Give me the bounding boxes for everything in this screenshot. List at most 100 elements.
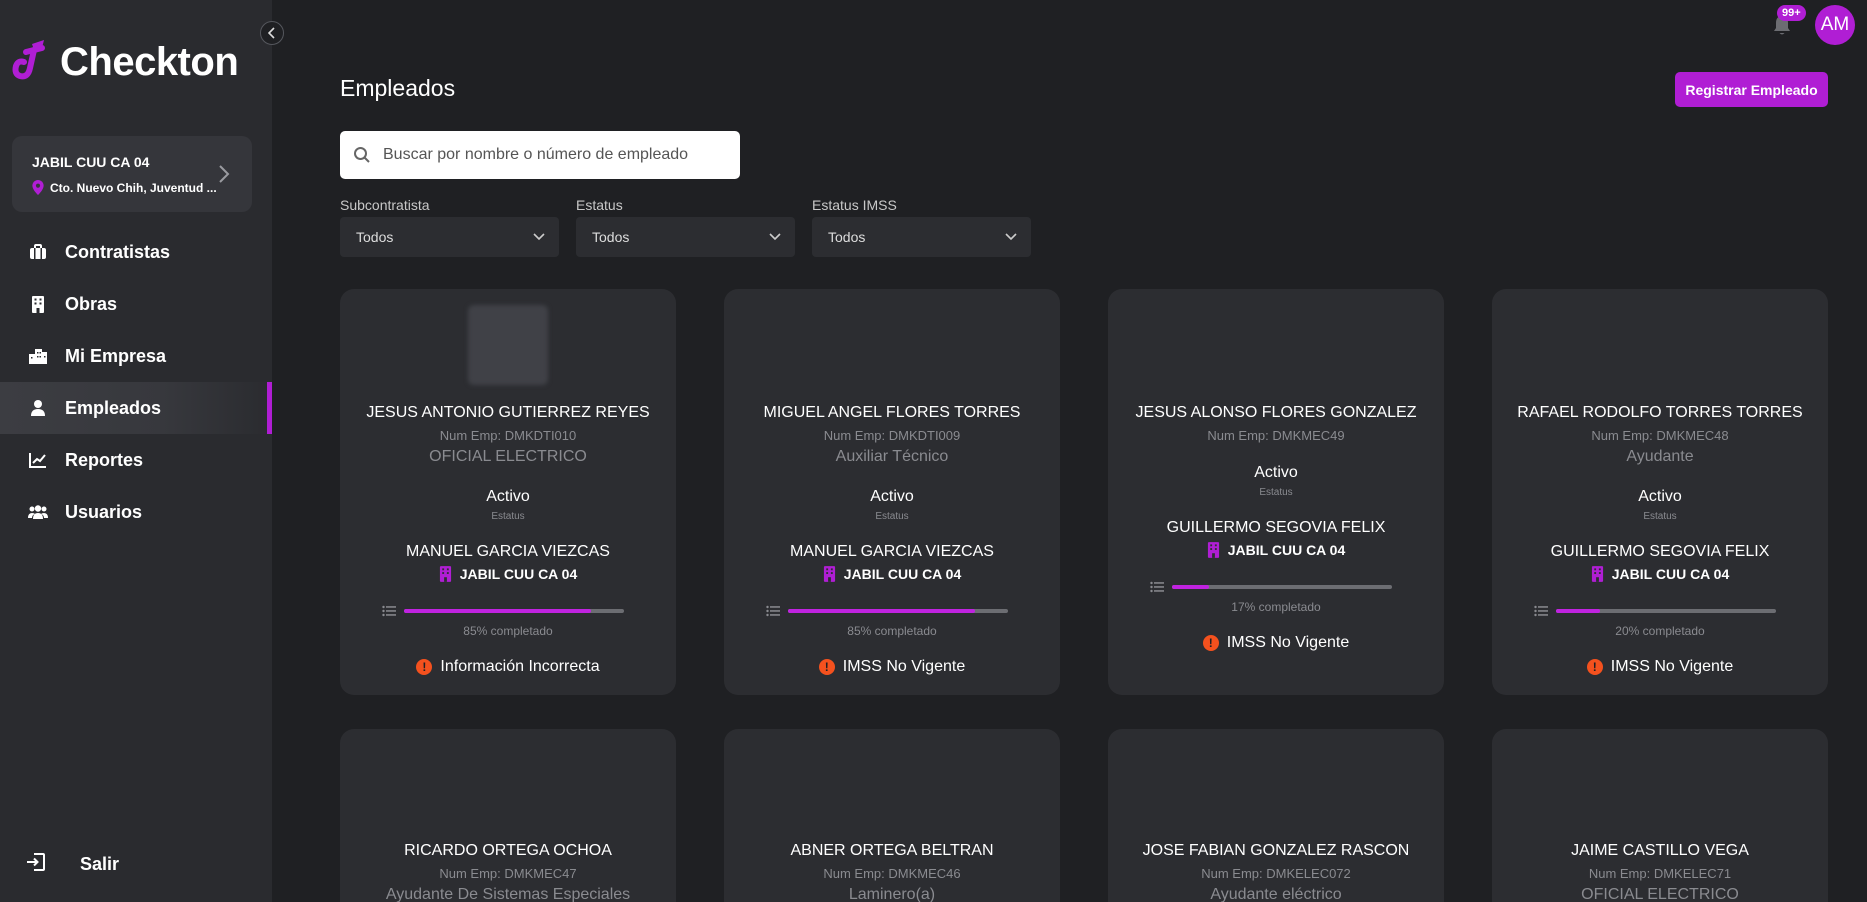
alert-icon: !	[416, 659, 433, 675]
filter-label: Estatus	[576, 197, 623, 213]
user-avatar[interactable]: AM	[1815, 5, 1855, 45]
sidebar-item-label: Obras	[65, 293, 118, 314]
employee-site: JABIL CUU CA 04	[1492, 565, 1828, 582]
employee-site: JABIL CUU CA 04	[340, 565, 676, 582]
employee-site: JABIL CUU CA 04	[724, 565, 1060, 582]
notification-count-badge: 99+	[1777, 5, 1806, 21]
site-label: JABIL CUU CA 04	[1611, 565, 1730, 582]
alert-icon: !	[1202, 635, 1219, 651]
filter-estatus: Estatus Todos	[576, 197, 795, 257]
employee-role: OFICIAL ELECTRICO	[1581, 886, 1739, 902]
employee-number: Num Emp: DMKELEC072	[1201, 866, 1351, 881]
site-selector[interactable]: JABIL CUU CA 04 Cto. Nuevo Chih, Juventu…	[12, 136, 252, 212]
logo[interactable]: Checkton	[12, 38, 239, 86]
chevron-down-icon	[533, 233, 545, 241]
employee-status: Activo	[870, 488, 914, 505]
supervisor-name: GUILLERMO SEGOVIA FELIX	[1550, 543, 1770, 560]
list-icon	[1534, 605, 1548, 617]
employee-status: Activo	[1254, 464, 1298, 481]
employee-number: Num Emp: DMKDTI009	[823, 428, 961, 443]
site-address-text: Cto. Nuevo Chih, Juventud ...	[50, 180, 217, 195]
sidebar-nav: Contratistas Obras Mi Empresa Empleados …	[0, 226, 272, 538]
employee-card[interactable]: JESUS ANTONIO GUTIERREZ REYES Num Emp: D…	[340, 289, 676, 695]
employee-role: Ayudante	[1626, 448, 1694, 465]
alert-text: IMSS No Vigente	[842, 658, 966, 675]
progress-row	[1150, 581, 1402, 593]
site-label: JABIL CUU CA 04	[459, 565, 578, 582]
sidebar-item-reportes[interactable]: Reportes	[0, 434, 272, 486]
register-employee-button[interactable]: Registrar Empleado	[1675, 72, 1828, 107]
employee-alert: ! IMSS No Vigente	[724, 658, 1060, 676]
employee-card[interactable]: ABNER ORTEGA BELTRAN Num Emp: DMKMEC46 L…	[724, 729, 1060, 902]
progress-label: 17% completado	[1231, 600, 1321, 614]
employee-alert: ! IMSS No Vigente	[1108, 634, 1444, 652]
progress-fill	[1556, 609, 1600, 613]
chevron-right-icon	[219, 165, 230, 183]
progress-fill	[788, 609, 975, 613]
employee-number: Num Emp: DMKELEC71	[1588, 866, 1732, 881]
employee-name: JESUS ALONSO FLORES GONZALEZ	[1135, 404, 1417, 421]
employee-card[interactable]: RAFAEL RODOLFO TORRES TORRES Num Emp: DM…	[1492, 289, 1828, 695]
sidebar-item-contratistas[interactable]: Contratistas	[0, 226, 272, 278]
select-value: Todos	[592, 229, 630, 245]
progress-row	[382, 605, 634, 617]
list-icon	[382, 605, 396, 617]
status-label: Estatus	[491, 511, 525, 522]
employee-status: Activo	[486, 488, 530, 505]
building-icon	[1591, 566, 1603, 582]
progress-fill	[1172, 585, 1210, 589]
sidebar-item-empleados[interactable]: Empleados	[0, 382, 272, 434]
estatus-select[interactable]: Todos	[576, 217, 795, 257]
employee-role: Ayudante eléctrico	[1210, 886, 1342, 902]
checkton-logo-icon	[12, 40, 45, 80]
progress-bar	[1172, 585, 1392, 589]
alert-text: Información Incorrecta	[440, 658, 600, 675]
filter-label: Estatus IMSS	[812, 197, 897, 213]
building-icon	[1207, 542, 1219, 558]
site-name: JABIL CUU CA 04	[32, 154, 150, 170]
briefcase-icon	[28, 242, 48, 262]
sidebar-item-usuarios[interactable]: Usuarios	[0, 486, 272, 538]
subcontratista-select[interactable]: Todos	[340, 217, 559, 257]
alert-text: IMSS No Vigente	[1610, 658, 1734, 675]
employee-name: RICARDO ORTEGA OCHOA	[404, 842, 612, 859]
filter-subcontratista: Subcontratista Todos	[340, 197, 559, 257]
building-icon	[823, 566, 835, 582]
employee-number: Num Emp: DMKMEC46	[823, 866, 961, 881]
search-icon	[354, 147, 370, 163]
sidebar-item-label: Empleados	[65, 397, 162, 418]
logout-button[interactable]: Salir	[26, 852, 119, 877]
status-label: Estatus	[1259, 487, 1293, 498]
estatus-imss-select[interactable]: Todos	[812, 217, 1031, 257]
alert-icon: !	[1586, 659, 1603, 675]
select-value: Todos	[828, 229, 866, 245]
supervisor-name: MANUEL GARCIA VIEZCAS	[790, 543, 994, 560]
list-icon	[766, 605, 780, 617]
filter-estatus-imss: Estatus IMSS Todos	[812, 197, 1031, 257]
employee-role: Ayudante De Sistemas Especiales	[385, 886, 631, 902]
alert-text: IMSS No Vigente	[1226, 634, 1350, 651]
employee-status: Activo	[1638, 488, 1682, 505]
employee-site: JABIL CUU CA 04	[1108, 541, 1444, 558]
employee-card[interactable]: RICARDO ORTEGA OCHOA Num Emp: DMKMEC47 A…	[340, 729, 676, 902]
chevron-down-icon	[769, 233, 781, 241]
progress-label: 85% completado	[847, 624, 937, 638]
employee-number: Num Emp: DMKMEC47	[439, 866, 577, 881]
employee-role: OFICIAL ELECTRICO	[429, 448, 587, 465]
filter-label: Subcontratista	[340, 197, 430, 213]
chevron-down-icon	[1005, 233, 1017, 241]
sidebar-item-obras[interactable]: Obras	[0, 278, 272, 330]
employee-card[interactable]: JAIME CASTILLO VEGA Num Emp: DMKELEC71 O…	[1492, 729, 1828, 902]
employee-name: JAIME CASTILLO VEGA	[1571, 842, 1749, 859]
sidebar-item-mi-empresa[interactable]: Mi Empresa	[0, 330, 272, 382]
list-icon	[1150, 581, 1164, 593]
site-label: JABIL CUU CA 04	[1227, 541, 1346, 558]
alert-icon: !	[818, 659, 835, 675]
employee-card[interactable]: JESUS ALONSO FLORES GONZALEZ Num Emp: DM…	[1108, 289, 1444, 695]
employee-card[interactable]: MIGUEL ANGEL FLORES TORRES Num Emp: DMKD…	[724, 289, 1060, 695]
employee-alert: ! Información Incorrecta	[340, 658, 676, 676]
search-input[interactable]	[381, 145, 725, 165]
person-icon	[28, 398, 48, 418]
employee-card[interactable]: JOSE FABIAN GONZALEZ RASCON Num Emp: DMK…	[1108, 729, 1444, 902]
collapse-sidebar-button[interactable]	[260, 21, 284, 45]
